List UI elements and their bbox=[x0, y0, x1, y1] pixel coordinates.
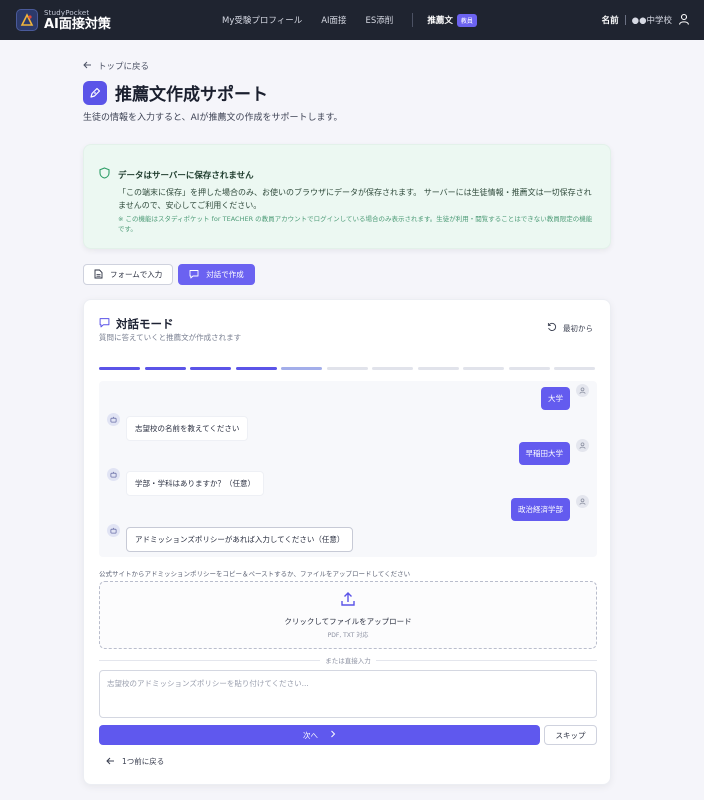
progress-step bbox=[281, 367, 322, 370]
upload-icon bbox=[340, 591, 356, 611]
chat-message-user: 政治経済学部 bbox=[511, 495, 589, 521]
brand-sub: StudyPocket bbox=[44, 8, 90, 17]
notice-footnote: ※ この機能はスタディポケット for TEACHER の教員アカウントでログイ… bbox=[118, 215, 593, 233]
user-avatar-icon bbox=[576, 384, 589, 397]
progress-steps bbox=[99, 367, 595, 370]
chat-message-bot: 志望校の名前を教えてください bbox=[107, 413, 249, 441]
app-header: StudyPocket AI面接対策 My受験プロフィール AI面接 ES添削 … bbox=[0, 0, 704, 40]
school-name: ●●中学校 bbox=[631, 16, 672, 26]
nav-es-review[interactable]: ES添削 bbox=[366, 14, 394, 26]
bot-avatar-icon bbox=[107, 468, 120, 481]
mode-tabs: フォームで入力 対話で作成 bbox=[83, 264, 255, 285]
chevron-right-icon bbox=[330, 730, 336, 740]
main-nav: My受験プロフィール AI面接 ES添削 推薦文 教員 bbox=[222, 0, 477, 40]
arrow-left-icon bbox=[83, 61, 92, 72]
bot-bubble: 学部・学科はありますか？（任意） bbox=[126, 471, 264, 496]
user-bubble: 早稲田大学 bbox=[518, 442, 570, 465]
progress-step bbox=[190, 367, 231, 370]
chat-bubble-icon bbox=[99, 317, 110, 331]
card-subtitle: 質問に答えていくと推薦文が作成されます bbox=[99, 333, 242, 342]
progress-step bbox=[463, 367, 504, 370]
file-upload-dropzone[interactable]: クリックしてファイルをアップロード PDF, TXT 対応 bbox=[99, 581, 597, 649]
previous-step-link[interactable]: 1つ前に戻る bbox=[106, 756, 164, 767]
arrow-left-icon bbox=[106, 757, 115, 767]
user-bubble: 大学 bbox=[541, 387, 570, 410]
nav-recommendation[interactable]: 推薦文 bbox=[427, 14, 453, 26]
back-to-top-link[interactable]: トップに戻る bbox=[83, 60, 149, 72]
chat-log: 大学 志望校の名前を教えてください 早稲田大学 学部・学科はありますか？（任意）… bbox=[99, 381, 597, 557]
next-button[interactable]: 次へ bbox=[99, 725, 540, 745]
notice-body: 「この端末に保存」を押した場合のみ、お使いのブラウザにデータが保存されます。 サ… bbox=[118, 188, 592, 210]
or-divider: または直接入力 bbox=[99, 655, 597, 665]
skip-button[interactable]: スキップ bbox=[544, 725, 597, 745]
brand-logo[interactable]: StudyPocket AI面接対策 bbox=[16, 9, 111, 31]
upload-formats: PDF, TXT 対応 bbox=[327, 632, 369, 639]
shield-icon bbox=[99, 167, 110, 182]
pen-icon bbox=[83, 80, 107, 105]
nav-divider bbox=[412, 13, 414, 27]
tab-form-input[interactable]: フォームで入力 bbox=[83, 264, 174, 285]
bot-avatar-icon bbox=[107, 524, 120, 537]
chat-mode-card: 対話モード 質問に答えていくと推薦文が作成されます 最初から 大学 志望校の名前… bbox=[83, 299, 611, 785]
notice-title: データはサーバーに保存されません bbox=[118, 170, 254, 181]
brand-name: AI面接対策 bbox=[44, 16, 111, 32]
rotate-ccw-icon bbox=[547, 322, 557, 334]
teacher-badge: 教員 bbox=[456, 13, 477, 27]
chat-message-user: 早稲田大学 bbox=[518, 439, 589, 465]
user-bubble: 政治経済学部 bbox=[511, 498, 570, 521]
user-avatar-icon bbox=[576, 439, 589, 452]
chat-message-user: 大学 bbox=[541, 384, 589, 410]
chat-message-bot: 学部・学科はありますか？（任意） bbox=[107, 468, 264, 496]
progress-step bbox=[235, 367, 277, 370]
restart-button[interactable]: 最初から bbox=[547, 322, 593, 334]
user-icon[interactable] bbox=[678, 13, 690, 28]
page-description: 生徒の情報を入力すると、AIが推薦文の作成をサポートします。 bbox=[83, 113, 343, 123]
bot-bubble: 志望校の名前を教えてください bbox=[126, 416, 249, 441]
tab-chat-create[interactable]: 対話で作成 bbox=[178, 264, 255, 285]
user-name: 名前 bbox=[601, 16, 619, 26]
document-icon bbox=[94, 269, 103, 281]
bot-bubble-current: アドミッションズポリシーがあれば入力してください（任意） bbox=[126, 527, 354, 552]
progress-step bbox=[144, 367, 186, 370]
admission-policy-input[interactable] bbox=[99, 670, 597, 718]
nav-ai-interview[interactable]: AI面接 bbox=[321, 14, 346, 26]
card-title: 対話モード bbox=[116, 317, 174, 331]
progress-step bbox=[417, 367, 459, 370]
brand-mark-icon bbox=[16, 9, 38, 31]
chat-bubble-icon bbox=[189, 269, 199, 281]
nav-profile[interactable]: My受験プロフィール bbox=[222, 14, 302, 26]
progress-step bbox=[372, 367, 413, 370]
progress-step bbox=[326, 367, 368, 370]
chat-message-bot: アドミッションズポリシーがあれば入力してください（任意） bbox=[107, 524, 354, 552]
upload-title: クリックしてファイルをアップロード bbox=[284, 617, 412, 626]
bot-avatar-icon bbox=[107, 413, 120, 426]
progress-step bbox=[508, 367, 550, 370]
privacy-notice: データはサーバーに保存されません 「この端末に保存」を押した場合のみ、お使いのブ… bbox=[83, 144, 611, 249]
user-avatar-icon bbox=[576, 495, 589, 508]
page-title: 推薦文作成サポート bbox=[115, 85, 268, 105]
page-header: 推薦文作成サポート bbox=[83, 80, 268, 105]
user-area: 名前 ●●中学校 bbox=[602, 0, 690, 40]
progress-step bbox=[99, 367, 140, 370]
progress-step bbox=[554, 367, 595, 370]
upload-instructions: 公式サイトからアドミッションポリシーをコピー＆ペーストするか、ファイルをアップロ… bbox=[99, 570, 411, 578]
